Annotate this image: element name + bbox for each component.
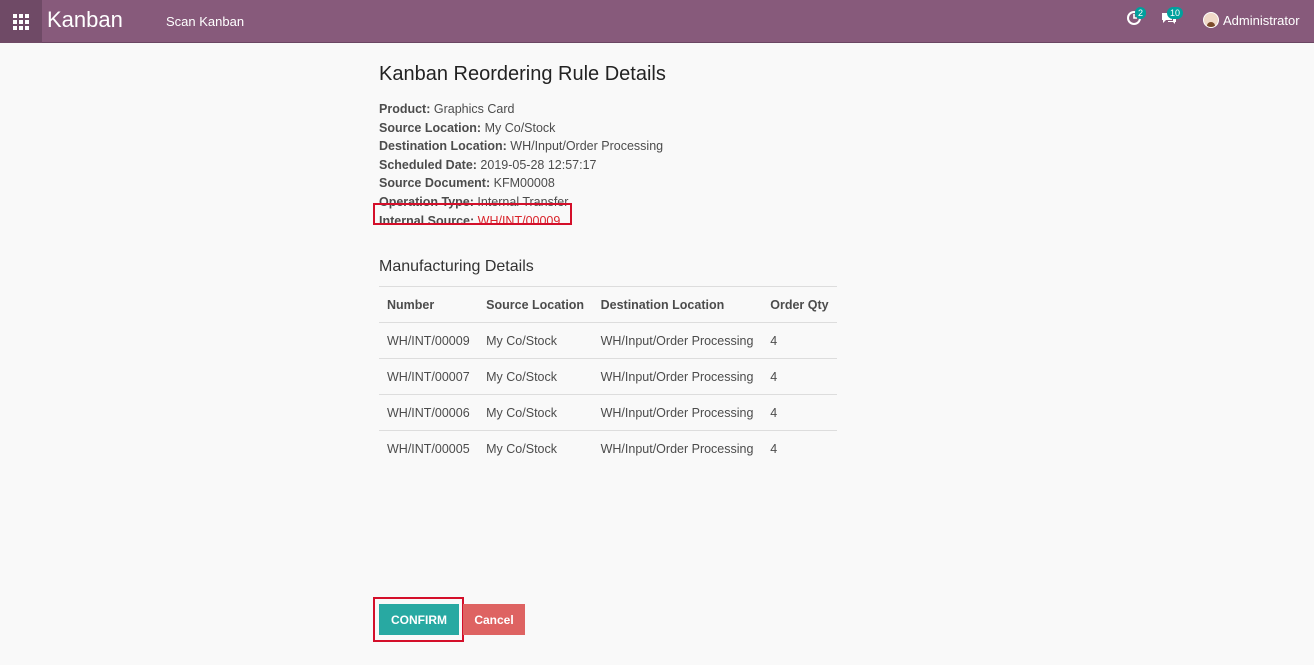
cell-destination-location: WH/Input/Order Processing xyxy=(592,394,763,431)
column-header: Number xyxy=(379,286,479,323)
messaging-button[interactable]: 10 xyxy=(1160,7,1184,26)
detail-value: KFM00008 xyxy=(493,176,555,191)
detail-product: Product: Graphics Card xyxy=(379,100,839,119)
table-row: WH/INT/00009 My Co/Stock WH/Input/Order … xyxy=(379,322,837,359)
cell-source-location: My Co/Stock xyxy=(478,322,593,359)
internal-source-highlight-box xyxy=(373,203,572,225)
user-menu[interactable]: Administrator xyxy=(1203,12,1300,28)
cell-source-location: My Co/Stock xyxy=(478,358,593,395)
app-brand[interactable]: Kanban xyxy=(47,7,123,33)
detail-value: 2019-05-28 12:57:17 xyxy=(480,157,597,172)
confirm-button[interactable]: CONFIRM xyxy=(379,604,459,635)
cell-destination-location: WH/Input/Order Processing xyxy=(592,430,763,466)
detail-source-document: Source Document: KFM00008 xyxy=(379,174,839,193)
detail-source-location: Source Location: My Co/Stock xyxy=(379,119,839,138)
menu-item-scan-kanban[interactable]: Scan Kanban xyxy=(166,14,244,29)
user-name: Administrator xyxy=(1223,12,1300,28)
table-row: WH/INT/00006 My Co/Stock WH/Input/Order … xyxy=(379,394,837,431)
avatar xyxy=(1203,12,1219,28)
detail-value: WH/Input/Order Processing xyxy=(510,139,664,154)
page-title: Kanban Reordering Rule Details xyxy=(379,63,666,85)
cell-order-qty: 4 xyxy=(762,430,837,466)
activity-button[interactable]: 2 xyxy=(1126,7,1147,26)
detail-label: Destination Location: xyxy=(379,139,507,154)
manufacturing-table: Number Source Location Destination Locat… xyxy=(379,286,837,466)
cell-source-location: My Co/Stock xyxy=(478,430,593,466)
detail-destination-location: Destination Location: WH/Input/Order Pro… xyxy=(379,137,839,156)
detail-label: Scheduled Date: xyxy=(379,157,477,172)
detail-value: Graphics Card xyxy=(433,102,515,116)
column-header: Destination Location xyxy=(592,286,763,323)
cell-order-qty: 4 xyxy=(762,358,837,395)
cell-number: WH/INT/00007 xyxy=(379,358,479,395)
cell-number: WH/INT/00009 xyxy=(379,322,479,359)
detail-label: Product: xyxy=(379,102,431,116)
message-count-badge: 10 xyxy=(1167,7,1184,19)
detail-value: My Co/Stock xyxy=(484,120,556,135)
table-row: WH/INT/00005 My Co/Stock WH/Input/Order … xyxy=(379,430,837,466)
detail-label: Source Location: xyxy=(379,120,482,135)
column-header: Order Qty xyxy=(762,286,837,323)
cancel-button[interactable]: Cancel xyxy=(463,604,525,635)
cell-order-qty: 4 xyxy=(762,322,837,359)
cell-number: WH/INT/00005 xyxy=(379,430,479,466)
top-navbar: Kanban Scan Kanban 2 10 Administrator xyxy=(0,0,1314,43)
table-row: WH/INT/00007 My Co/Stock WH/Input/Order … xyxy=(379,358,837,395)
cell-source-location: My Co/Stock xyxy=(478,394,593,431)
detail-scheduled-date: Scheduled Date: 2019-05-28 12:57:17 xyxy=(379,156,839,175)
apps-grid-icon xyxy=(13,13,29,30)
apps-menu-button[interactable] xyxy=(0,0,42,43)
cell-destination-location: WH/Input/Order Processing xyxy=(592,322,763,359)
cell-number: WH/INT/00006 xyxy=(379,394,479,431)
section-title-manufacturing: Manufacturing Details xyxy=(379,258,534,275)
column-header: Source Location xyxy=(478,286,593,323)
detail-label: Source Document: xyxy=(379,176,491,191)
cell-order-qty: 4 xyxy=(762,394,837,431)
table-header-row: Number Source Location Destination Locat… xyxy=(379,286,837,323)
cell-destination-location: WH/Input/Order Processing xyxy=(592,358,763,395)
activity-count-badge: 2 xyxy=(1135,7,1147,19)
